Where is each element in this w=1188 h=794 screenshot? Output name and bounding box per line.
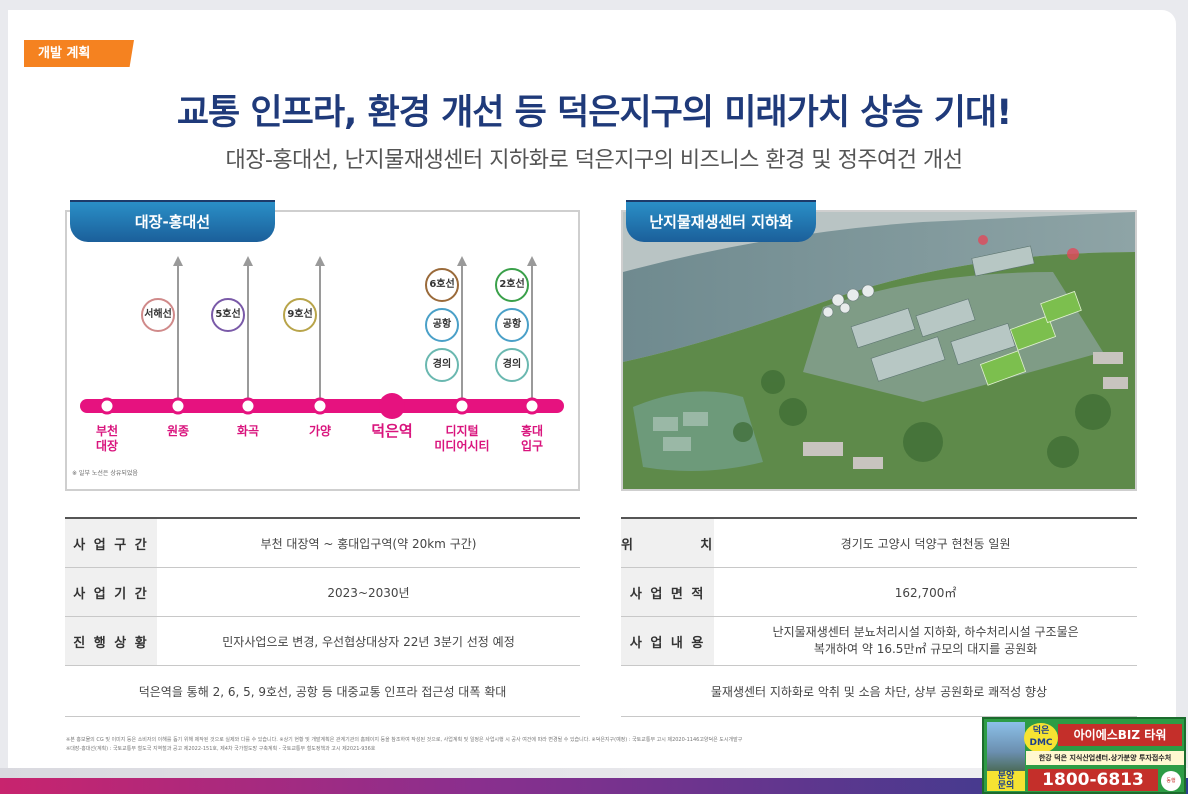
table-row: 진 행 상 황 민자사업으로 변경, 우선협상대상자 22년 3분기 선정 예정 (65, 616, 580, 666)
station-marker (311, 397, 329, 415)
table-row: 물재생센터 지하화로 악취 및 소음 차단, 상부 공원화로 쾌적성 향상 (621, 665, 1137, 717)
station-label: 가양 (308, 424, 332, 438)
station-label: 덕은역 (371, 422, 413, 440)
arrow-up-icon (173, 256, 183, 266)
route-note: ※ 일부 노선은 상유되었음 (72, 470, 138, 477)
row-head: 진 행 상 황 (65, 616, 157, 666)
section-tag: 개발 계획 (24, 40, 134, 67)
transfer-line-badge: 9호선 (283, 298, 317, 332)
aerial-photo (623, 212, 1135, 489)
station-label: 홍대 입구 (520, 424, 544, 453)
ad-inquiry-label: 분양 문의 (987, 771, 1025, 791)
row-value: 2023~2030년 (157, 567, 580, 617)
row-value: 부천 대장역 ~ 홍대입구역(약 20km 구간) (157, 518, 580, 568)
transfer-line-badge: 공항 (425, 308, 459, 342)
footnote-1: ※본 홍보물의 CG 및 이미지 등은 소비자의 이해를 돕기 위해 제작된 것… (66, 737, 743, 743)
table-row: 사 업 구 간 부천 대장역 ~ 홍대입구역(약 20km 구간) (65, 518, 580, 568)
station-label: 화곡 (236, 424, 260, 438)
ad-description: 한강 덕은 지식산업센터.상가분양 투자접수처 (1026, 751, 1184, 765)
row-head: 사 업 면 적 (621, 567, 715, 617)
station-marker-main (379, 393, 405, 419)
transfer-line-badge: 경의 (495, 348, 529, 382)
arrow-up-icon (243, 256, 253, 266)
page-subtitle: 대장-홍대선, 난지물재생센터 지하화로 덕은지구의 비즈니스 환경 및 정주여… (225, 148, 963, 173)
row-head: 위 치 (621, 518, 715, 568)
table-row: 사 업 내 용 난지물재생센터 분뇨처리시설 지하화, 하수처리시설 구조물은 … (621, 616, 1137, 666)
page-title: 교통 인프라, 환경 개선 등 덕은지구의 미래가치 상승 기대! (176, 93, 1012, 133)
table-summary: 덕은역을 통해 2, 6, 5, 9호선, 공항 등 대중교통 인프라 접근성 … (65, 665, 580, 717)
tab-nanji-underground: 난지물재생센터 지하화 (626, 202, 816, 242)
transfer-line-badge: 5호선 (211, 298, 245, 332)
station-label: 원종 (166, 424, 190, 438)
aerial-photo-panel (621, 210, 1137, 491)
station-marker (453, 397, 471, 415)
arrow-up-icon (527, 256, 537, 266)
station-marker (523, 397, 541, 415)
row-head: 사 업 구 간 (65, 518, 157, 568)
station-marker (239, 397, 257, 415)
table-row: 사 업 면 적 162,700㎡ (621, 567, 1137, 617)
station-marker (98, 397, 116, 415)
table-row: 덕은역을 통해 2, 6, 5, 9호선, 공항 등 대중교통 인프라 접근성 … (65, 665, 580, 717)
row-value: 경기도 고양시 덕양구 현천동 일원 (714, 518, 1137, 568)
transfer-line-badge: 2호선 (495, 268, 529, 302)
transfer-line-badge: 경의 (425, 348, 459, 382)
ad-seal-icon: 동행 (1161, 771, 1181, 791)
row-head: 사 업 기 간 (65, 567, 157, 617)
station-marker (169, 397, 187, 415)
dmc-badge: 덕은 DMC (1024, 723, 1058, 753)
ad-banner[interactable]: 덕은 DMC 아이에스BIZ 타워 한강 덕은 지식산업센터.상가분양 투자접수… (982, 717, 1186, 794)
table-row: 사 업 기 간 2023~2030년 (65, 567, 580, 617)
tab-daejang-hongdae: 대장-홍대선 (70, 202, 275, 242)
nanji-info-table: 위 치 경기도 고양시 덕양구 현천동 일원 사 업 면 적 162,700㎡ … (621, 517, 1137, 717)
transfer-line-badge: 서해선 (141, 298, 175, 332)
transfer-line-badge: 공항 (495, 308, 529, 342)
station-label: 디지털 미디어시티 (434, 424, 490, 453)
arrow-up-icon (315, 256, 325, 266)
ad-building-name: 아이에스BIZ 타워 (1058, 724, 1182, 746)
arrow-up-icon (457, 256, 467, 266)
row-value: 민자사업으로 변경, 우선협상대상자 22년 3분기 선정 예정 (157, 616, 580, 666)
station-label: 부천 대장 (95, 424, 119, 453)
route-info-table: 사 업 구 간 부천 대장역 ~ 홍대입구역(약 20km 구간) 사 업 기 … (65, 517, 580, 717)
row-value: 난지물재생센터 분뇨처리시설 지하화, 하수처리시설 구조물은 복개하여 약 1… (714, 616, 1137, 666)
building-photo (987, 722, 1025, 772)
row-value: 162,700㎡ (714, 567, 1137, 617)
row-head: 사 업 내 용 (621, 616, 715, 666)
table-row: 위 치 경기도 고양시 덕양구 현천동 일원 (621, 518, 1137, 568)
transfer-line-badge: 6호선 (425, 268, 459, 302)
ad-phone-number[interactable]: 1800-6813 (1028, 769, 1158, 791)
footnote-2: ※대장-홍대선(계획) : 국토교통부 철도국 지역철과 공고 제2022-15… (66, 746, 376, 752)
table-summary: 물재생센터 지하화로 악취 및 소음 차단, 상부 공원화로 쾌적성 향상 (621, 665, 1137, 717)
